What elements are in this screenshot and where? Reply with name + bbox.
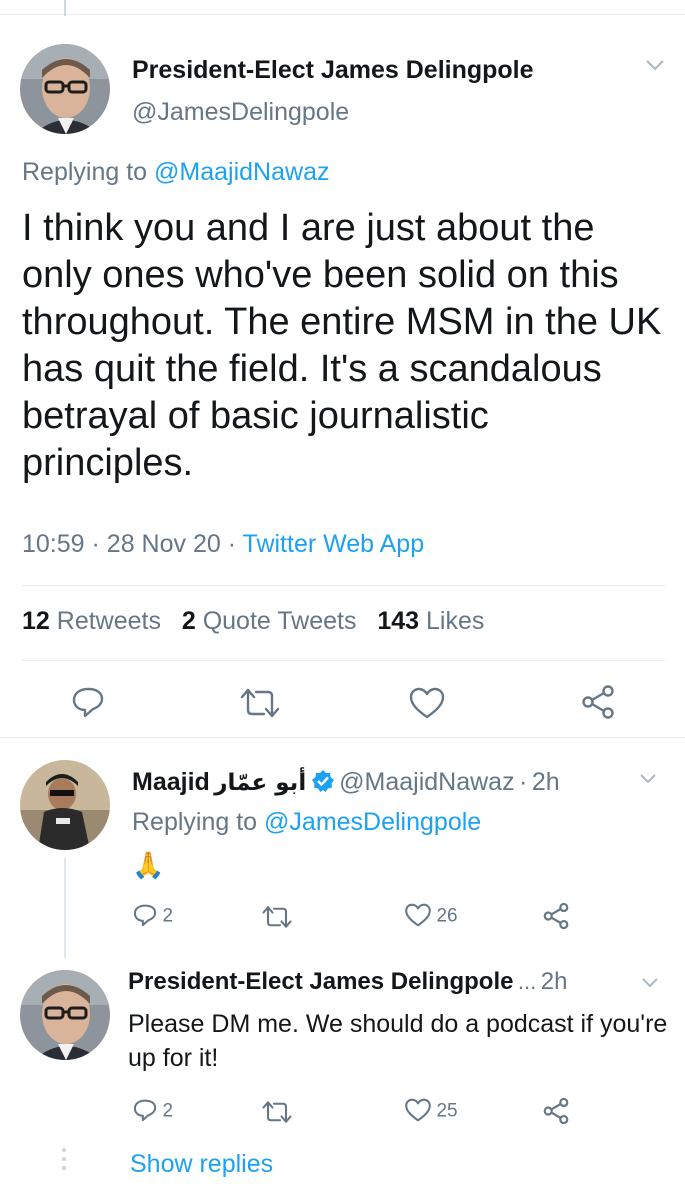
reply1-reply-count: 2: [162, 905, 174, 927]
reply2-like-count: 25: [436, 1100, 458, 1122]
top-divider: [0, 14, 685, 15]
reply2-reply-action[interactable]: 2: [132, 1097, 173, 1128]
avatar-james-delingpole[interactable]: [20, 44, 110, 134]
reply2-text: Please DM me. We should do a podcast if …: [128, 1010, 668, 1072]
main-display-name[interactable]: President-Elect James Delingpole: [132, 56, 534, 85]
thread-connector-top: [64, 0, 66, 16]
replying-to-handle-link[interactable]: @JamesDelingpole: [264, 808, 481, 836]
reply1-name-latin[interactable]: Maajid: [132, 768, 210, 796]
like-icon[interactable]: [404, 1097, 432, 1128]
chevron-down-icon[interactable]: [638, 772, 658, 790]
verified-badge-icon: [311, 769, 335, 798]
show-replies-link[interactable]: Show replies: [130, 1150, 273, 1179]
reply2-ellipsis: ...: [517, 969, 537, 994]
reply2-time[interactable]: 2h: [541, 968, 568, 995]
tweet-date[interactable]: 28 Nov 20: [107, 530, 221, 558]
likes-stat[interactable]: 143 Likes: [377, 607, 484, 635]
retweet-icon[interactable]: [240, 686, 280, 725]
main-handle[interactable]: @JamesDelingpole: [132, 98, 349, 127]
reply1-like-action[interactable]: 26: [404, 902, 458, 933]
tweet-meta: 10:59 · 28 Nov 20 · Twitter Web App: [22, 530, 424, 559]
reply2-like-action[interactable]: 25: [404, 1097, 458, 1128]
reply-icon[interactable]: [132, 902, 158, 933]
replying-prefix: Replying to: [22, 158, 148, 186]
divider: [22, 660, 665, 661]
reply1-like-count: 26: [436, 905, 458, 927]
tweet-source-link[interactable]: Twitter Web App: [243, 530, 425, 558]
like-icon[interactable]: [404, 902, 432, 933]
reply1-name-arabic[interactable]: أبو عمّار: [214, 770, 306, 796]
reply1-emoji: 🙏: [132, 850, 165, 880]
reply1-replying-to: Replying to @JamesDelingpole: [132, 808, 481, 837]
meta-separator: ·: [227, 530, 237, 558]
reply-icon[interactable]: [132, 1097, 158, 1128]
divider: [0, 737, 685, 738]
reply2-header: President-Elect James Delingpole ... 2h: [128, 968, 567, 996]
replying-prefix: Replying to: [132, 808, 258, 836]
reply1-reply-action[interactable]: 2: [132, 902, 173, 933]
reply1-handle[interactable]: @MaajidNawaz: [339, 768, 514, 796]
avatar-james-delingpole[interactable]: [20, 970, 110, 1060]
main-replying-to: Replying to @MaajidNawaz: [22, 158, 329, 187]
reply1-separator: ·: [519, 768, 528, 796]
chevron-down-icon[interactable]: [644, 58, 666, 77]
like-icon[interactable]: [408, 686, 446, 725]
tweet-time[interactable]: 10:59: [22, 530, 85, 558]
retweet-icon[interactable]: [262, 1099, 292, 1130]
tweet-stats: 12 Retweets 2 Quote Tweets 143 Likes: [22, 607, 484, 636]
reply1-header: Maajid أبو عمّار @MaajidNawaz · 2h: [132, 768, 560, 798]
share-icon[interactable]: [580, 684, 616, 725]
reply1-time[interactable]: 2h: [532, 768, 560, 796]
replying-to-handle-link[interactable]: @MaajidNawaz: [154, 158, 329, 186]
quote-tweets-stat[interactable]: 2 Quote Tweets: [182, 607, 357, 635]
divider: [22, 585, 665, 586]
share-icon[interactable]: [542, 1097, 570, 1130]
share-icon[interactable]: [542, 902, 570, 935]
thread-line: [64, 858, 66, 958]
reply2-display-name[interactable]: President-Elect James Delingpole: [128, 968, 513, 995]
thread-dots: [60, 1146, 68, 1181]
meta-separator: ·: [91, 530, 100, 558]
avatar-maajid-nawaz[interactable]: [20, 760, 110, 850]
retweet-icon[interactable]: [262, 904, 292, 935]
chevron-down-icon[interactable]: [640, 976, 660, 994]
reply2-reply-count: 2: [162, 1100, 174, 1122]
retweets-stat[interactable]: 12 Retweets: [22, 607, 161, 635]
main-tweet-text: I think you and I are just about the onl…: [22, 207, 662, 484]
reply-icon[interactable]: [70, 684, 106, 725]
